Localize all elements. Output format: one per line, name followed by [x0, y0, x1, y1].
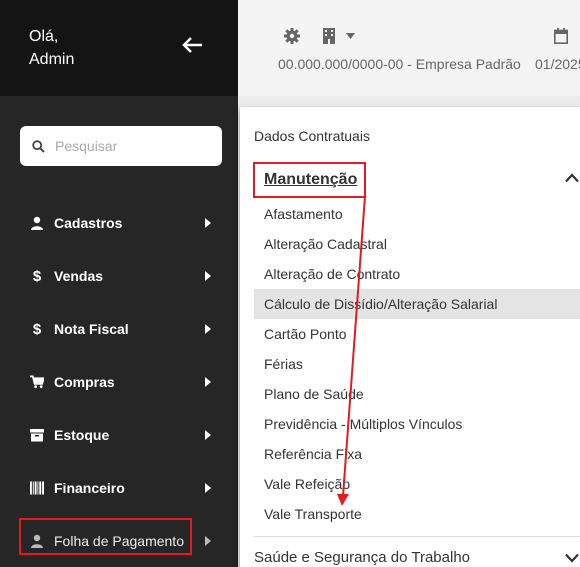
archive-icon: [30, 428, 44, 442]
menu-item-alteracao-cadastral[interactable]: Alteração Cadastral: [254, 229, 580, 259]
caret-right-icon: [205, 324, 211, 334]
greeting-line1: Olá,: [29, 28, 59, 45]
menu-item-plano-de-saude[interactable]: Plano de Saúde: [254, 379, 580, 409]
sidebar-item-cadastros[interactable]: Cadastros: [20, 203, 218, 243]
caret-right-icon: [205, 271, 211, 281]
caret-right-icon: [205, 430, 211, 440]
menu-item-previdencia-multiplos-vinculos[interactable]: Previdência - Múltiplos Vínculos: [254, 409, 580, 439]
arrow-left-icon[interactable]: [181, 35, 205, 55]
annotation-box-folha: [19, 518, 192, 555]
user-icon: [30, 216, 44, 230]
chevron-up-icon[interactable]: [565, 173, 579, 183]
divider: [254, 536, 580, 537]
greeting: Olá, Admin: [29, 25, 74, 71]
top-bar: [238, 0, 580, 96]
sidebar: Olá, Admin Cadastros $ Vendas $ Nota Fis…: [0, 0, 238, 567]
calendar-icon[interactable]: [554, 28, 568, 44]
menu-item-afastamento[interactable]: Afastamento: [254, 199, 580, 229]
dollar-icon: $: [32, 267, 42, 285]
annotation-box-manutencao: [253, 162, 366, 198]
menu-item-vale-transporte[interactable]: Vale Transporte: [254, 499, 580, 529]
menu-item-alteracao-de-contrato[interactable]: Alteração de Contrato: [254, 259, 580, 289]
menu-item-dados-contratuais[interactable]: Dados Contratuais: [254, 128, 370, 144]
caret-right-icon: [205, 483, 211, 493]
sidebar-item-compras[interactable]: Compras: [20, 362, 218, 402]
sidebar-item-label: Nota Fiscal: [54, 321, 129, 337]
dollar-icon: $: [32, 320, 42, 338]
sidebar-item-label: Estoque: [54, 427, 110, 443]
search-input[interactable]: [55, 138, 205, 154]
sidebar-item-estoque[interactable]: Estoque: [20, 415, 218, 455]
menu-item-calculo-de-dissidio[interactable]: Cálculo de Dissídio/Alteração Salarial: [254, 289, 580, 319]
caret-right-icon: [205, 536, 211, 546]
caret-right-icon: [205, 218, 211, 228]
menu-item-referencia-fixa[interactable]: Referência Fixa: [254, 439, 580, 469]
caret-down-icon[interactable]: [346, 33, 355, 39]
search-box[interactable]: [20, 126, 222, 166]
barcode-icon: [30, 481, 44, 495]
sidebar-item-nota-fiscal[interactable]: $ Nota Fiscal: [20, 309, 218, 349]
sidebar-item-label: Vendas: [54, 268, 104, 284]
sidebar-item-label: Compras: [54, 374, 115, 390]
sidebar-item-label: Cadastros: [54, 215, 123, 231]
company-selector[interactable]: 00.000.000/0000-00 - Empresa Padrão: [278, 56, 521, 72]
menu-item-cartao-ponto[interactable]: Cartão Ponto: [254, 319, 580, 349]
cart-icon: [30, 375, 44, 389]
sidebar-item-financeiro[interactable]: Financeiro: [20, 468, 218, 508]
chevron-down-icon[interactable]: [565, 553, 579, 563]
gear-icon[interactable]: [284, 28, 300, 44]
menu-item-vale-refeicao[interactable]: Vale Refeição: [254, 469, 580, 499]
sidebar-item-vendas[interactable]: $ Vendas: [20, 256, 218, 296]
submenu-panel: Dados Contratuais Manutenção Afastamento…: [240, 107, 580, 567]
caret-right-icon: [205, 377, 211, 387]
sidebar-header: Olá, Admin: [0, 0, 238, 96]
building-icon[interactable]: [322, 28, 336, 44]
search-icon: [32, 139, 45, 153]
user-name: Admin: [29, 51, 75, 68]
menu-item-ferias[interactable]: Férias: [254, 349, 580, 379]
sidebar-item-label: Financeiro: [54, 480, 125, 496]
period-selector[interactable]: 01/2025: [535, 56, 580, 72]
menu-item-saude-e-seguranca[interactable]: Saúde e Segurança do Trabalho: [254, 549, 470, 566]
